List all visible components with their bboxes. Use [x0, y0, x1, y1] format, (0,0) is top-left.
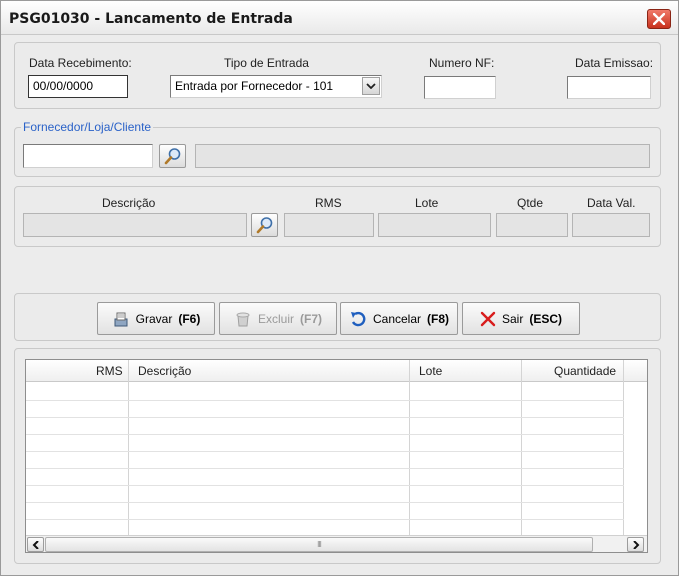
scroll-left-button[interactable] — [27, 537, 44, 552]
main-window: PSG01030 - Lancamento de Entrada Data Re… — [0, 0, 679, 576]
tipo-entrada-label: Tipo de Entrada — [224, 56, 309, 70]
fornecedor-search-button[interactable] — [159, 144, 186, 168]
gravar-shortcut: (F6) — [178, 311, 201, 326]
column-header-quantidade[interactable]: Quantidade — [554, 364, 616, 378]
row-divider — [26, 434, 624, 435]
tipo-entrada-selected-value: Entrada por Fornecedor - 101 — [175, 79, 334, 93]
close-icon — [653, 13, 665, 25]
undo-icon — [350, 311, 366, 326]
data-recebimento-label: Data Recebimento: — [29, 56, 132, 70]
rms-label: RMS — [315, 196, 342, 210]
row-divider — [26, 400, 624, 401]
search-icon — [164, 148, 180, 165]
search-icon — [256, 217, 272, 234]
sair-label: Sair — [501, 311, 524, 326]
horizontal-scrollbar[interactable]: III — [26, 535, 647, 552]
excluir-shortcut: (F7) — [300, 311, 322, 326]
column-divider — [128, 360, 129, 535]
rms-field — [284, 213, 374, 237]
scroll-right-button[interactable] — [627, 537, 644, 552]
fornecedor-name-field — [195, 144, 650, 168]
produto-search-button[interactable] — [251, 213, 278, 237]
chevron-left-icon — [32, 540, 39, 549]
column-divider — [409, 360, 410, 535]
column-header-rms[interactable]: RMS — [96, 364, 123, 378]
fornecedor-group-label: Fornecedor/Loja/Cliente — [21, 120, 154, 134]
lote-field — [378, 213, 491, 237]
column-header-lote[interactable]: Lote — [419, 364, 442, 378]
sair-button[interactable]: Sair (ESC) — [462, 302, 580, 335]
title-bar: PSG01030 - Lancamento de Entrada — [1, 1, 678, 35]
cancelar-label: Cancelar — [372, 311, 422, 326]
row-divider — [26, 519, 624, 520]
scroll-thumb[interactable]: III — [45, 537, 593, 552]
data-emissao-label: Data Emissao: — [575, 56, 654, 70]
gravar-button[interactable]: Gravar (F6) — [97, 302, 215, 335]
fornecedor-code-field[interactable] — [23, 144, 153, 168]
data-val-label: Data Val. — [587, 196, 636, 210]
data-emissao-field[interactable] — [567, 76, 651, 99]
grid-header: RMS Descrição Lote Quantidade — [26, 360, 647, 382]
numero-nf-field[interactable] — [424, 76, 496, 99]
data-val-field — [572, 213, 650, 237]
data-recebimento-field[interactable]: 00/00/0000 — [28, 75, 128, 98]
numero-nf-label: Numero NF: — [429, 56, 495, 70]
window-title: PSG01030 - Lancamento de Entrada — [9, 11, 293, 27]
trash-icon — [236, 312, 250, 326]
descricao-label: Descrição — [102, 196, 156, 210]
column-header-descricao[interactable]: Descrição — [138, 364, 191, 378]
row-divider — [26, 468, 624, 469]
cancelar-button[interactable]: Cancelar (F8) — [340, 302, 458, 335]
descricao-field — [23, 213, 247, 237]
excluir-button[interactable]: Excluir (F7) — [219, 302, 337, 335]
row-divider — [26, 451, 624, 452]
lote-label: Lote — [415, 196, 439, 210]
scroll-thumb-grip: III — [317, 540, 322, 549]
qtde-field — [496, 213, 568, 237]
row-divider — [26, 485, 624, 486]
chevron-down-icon[interactable] — [362, 77, 380, 95]
tipo-entrada-select[interactable]: Entrada por Fornecedor - 101 — [170, 75, 382, 98]
column-divider — [623, 360, 624, 535]
excluir-label: Excluir — [257, 311, 294, 326]
gravar-label: Gravar — [135, 311, 173, 326]
close-icon — [480, 311, 496, 326]
qtde-label: Qtde — [517, 196, 544, 210]
row-divider — [26, 502, 624, 503]
chevron-right-icon — [632, 540, 639, 549]
close-button[interactable] — [647, 9, 671, 29]
entries-grid[interactable]: RMS Descrição Lote Quantidade III — [25, 359, 648, 553]
row-divider — [26, 417, 624, 418]
cancelar-shortcut: (F8) — [427, 311, 450, 326]
sair-shortcut: (ESC) — [529, 311, 562, 326]
column-divider — [521, 360, 522, 535]
save-icon — [114, 312, 128, 326]
